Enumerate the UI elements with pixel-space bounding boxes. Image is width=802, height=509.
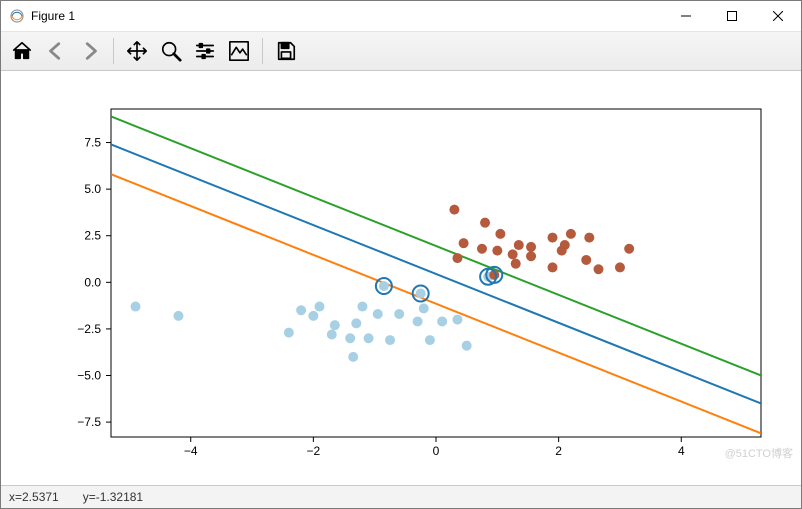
status-y: y=-1.32181 (83, 490, 143, 504)
svg-text:−7.5: −7.5 (77, 415, 101, 429)
edit-button[interactable] (224, 36, 254, 66)
svg-text:0.0: 0.0 (84, 275, 101, 289)
forward-button[interactable] (75, 36, 105, 66)
figure-window: Figure 1 −4 −2 0 2 4 (0, 0, 802, 509)
svg-text:−5.0: −5.0 (77, 369, 101, 383)
zoom-button[interactable] (156, 36, 186, 66)
svg-text:4: 4 (678, 444, 685, 458)
back-button[interactable] (41, 36, 71, 66)
svg-text:−2.5: −2.5 (77, 322, 101, 336)
pan-button[interactable] (122, 36, 152, 66)
svg-text:2.5: 2.5 (84, 229, 101, 243)
statusbar: x=2.5371 y=-1.32181 (1, 485, 801, 508)
toolbar-separator (113, 38, 114, 64)
maximize-button[interactable] (709, 1, 755, 31)
svg-text:7.5: 7.5 (84, 136, 101, 150)
toolbar (1, 32, 801, 71)
svg-text:−2: −2 (307, 444, 321, 458)
minimize-button[interactable] (663, 1, 709, 31)
svg-text:0: 0 (433, 444, 440, 458)
toolbar-separator (262, 38, 263, 64)
home-button[interactable] (7, 36, 37, 66)
svg-text:2: 2 (555, 444, 562, 458)
close-button[interactable] (755, 1, 801, 31)
plot-svg: −4 −2 0 2 4 −7.5 −5.0 −2.5 0.0 2.5 5.0 7.5 (1, 71, 801, 487)
window-title: Figure 1 (31, 9, 75, 23)
svg-text:−4: −4 (184, 444, 198, 458)
svg-text:5.0: 5.0 (84, 182, 101, 196)
status-x: x=2.5371 (9, 490, 59, 504)
app-icon (9, 8, 25, 24)
save-button[interactable] (271, 36, 301, 66)
plot-canvas[interactable]: −4−2024−7.5−5.0−2.50.02.55.07.5 @51CTO博客 (1, 71, 801, 485)
configure-button[interactable] (190, 36, 220, 66)
titlebar: Figure 1 (1, 1, 801, 32)
